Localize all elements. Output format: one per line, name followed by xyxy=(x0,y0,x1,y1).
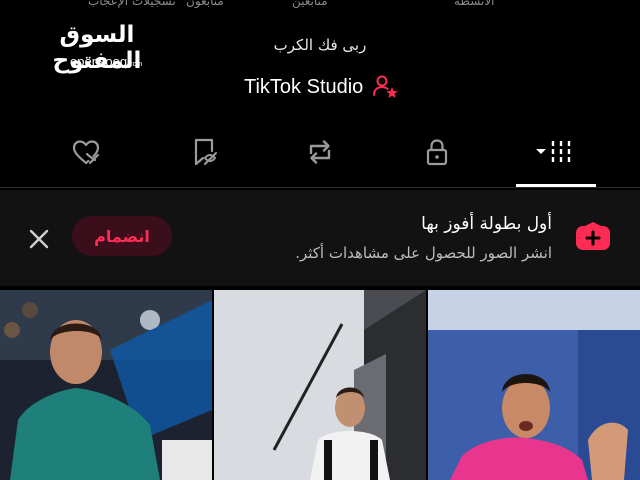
tab-liked[interactable] xyxy=(64,132,108,172)
grid-dropdown-icon xyxy=(536,141,571,163)
user-star-icon xyxy=(373,75,399,98)
stats-row-cut: تسجيلات الإعجاب متابَعون متابعين الأنشطة xyxy=(0,0,640,8)
join-button[interactable]: انضمام xyxy=(72,216,172,256)
thumbnail-image xyxy=(428,290,640,480)
repost-icon xyxy=(309,140,331,164)
bookmark-hidden-icon xyxy=(194,138,217,166)
bio-text: ربى فك الكرب xyxy=(273,36,367,54)
tiktok-studio-label: TikTok Studio xyxy=(244,75,364,98)
profile-tab-bar xyxy=(0,120,640,190)
tab-reposts[interactable] xyxy=(298,132,342,172)
stat-label: متابَعون xyxy=(186,0,224,8)
tab-divider xyxy=(0,187,640,188)
profile-bio: ربى فك الكرب xyxy=(0,36,640,54)
lock-icon xyxy=(426,139,448,166)
banner-subtitle: انشر الصور للحصول على مشاهدات أكثر. xyxy=(295,244,552,262)
stat-label: متابعين xyxy=(292,0,328,8)
video-thumbnail-3[interactable] xyxy=(428,290,640,480)
close-icon[interactable] xyxy=(26,226,52,252)
plus-badge-icon xyxy=(576,222,610,250)
tiktok-studio-link[interactable]: TikTok Studio xyxy=(244,72,399,102)
tab-private[interactable] xyxy=(415,132,459,172)
video-thumbnail-2[interactable] xyxy=(214,290,426,480)
heart-hidden-icon xyxy=(72,140,100,167)
video-thumbnail-1[interactable] xyxy=(0,290,212,480)
banner-title: أول بطولة أفوز بها xyxy=(421,214,552,234)
stat-label: تسجيلات الإعجاب xyxy=(88,0,176,8)
thumbnail-image xyxy=(0,290,212,480)
thumbnail-image xyxy=(214,290,426,480)
tab-videos[interactable] xyxy=(530,132,584,172)
photo-prompt-banner: انضمام أول بطولة أفوز بها انشر الصور للح… xyxy=(0,190,640,286)
tab-favorites[interactable] xyxy=(182,132,226,172)
watermark-latin: opensooq.com xyxy=(70,54,143,69)
stat-label: الأنشطة xyxy=(454,0,495,8)
video-grid xyxy=(0,290,640,480)
